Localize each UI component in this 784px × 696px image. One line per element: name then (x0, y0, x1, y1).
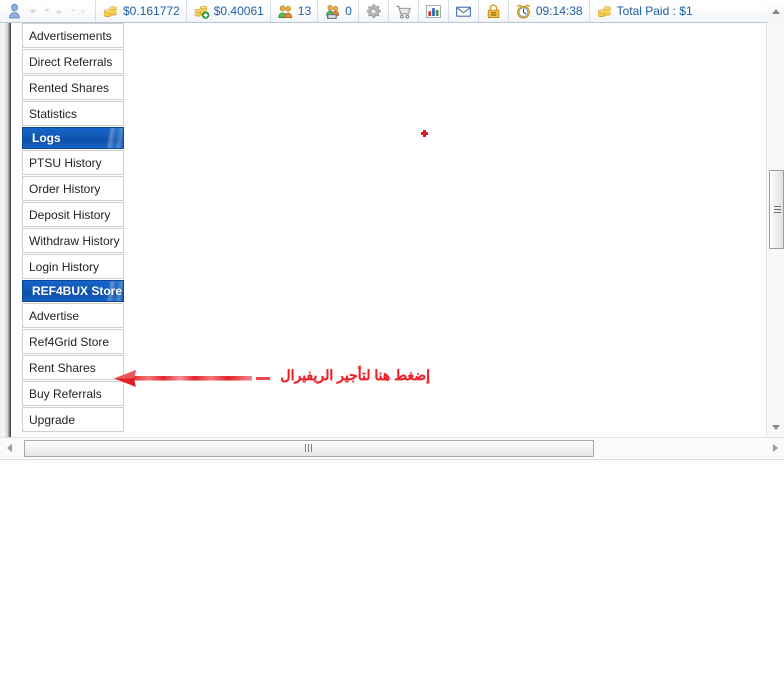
rented-referrals-icon (326, 4, 340, 19)
scrollbar-grip-icon (774, 206, 781, 214)
sidebar-item-label: Rent Shares (29, 360, 96, 375)
sidebar-item-deposit-history[interactable]: Deposit History (22, 202, 124, 227)
coins-add-icon (194, 5, 209, 19)
toolbar-item-coins[interactable]: Total Paid : $1 (590, 0, 699, 22)
coins-icon (597, 5, 611, 17)
horizontal-scrollbar-track[interactable] (18, 438, 766, 459)
coins-icon (103, 5, 117, 17)
toolbar-item-label: $0.40061 (213, 4, 264, 18)
sidebar-item-rented-shares[interactable]: Rented Shares (22, 75, 124, 100)
toolbar-item-coins[interactable]: $0.161772 (96, 0, 187, 22)
toolbar-item-shopping-cart[interactable] (389, 0, 419, 22)
bar-chart-icon (425, 4, 441, 18)
scroll-up-button[interactable] (767, 0, 784, 23)
sidebar-item-direct-referrals[interactable]: Direct Referrals (22, 49, 124, 74)
toolbar-item-envelope[interactable] (449, 0, 479, 22)
sidebar-item-label: Statistics (29, 106, 78, 121)
annotation-text: إضغط هنا لتأجير الريفيرال (280, 367, 430, 383)
sidebar-item-order-history[interactable]: Order History (22, 176, 124, 201)
toolbar-item-label: $0.161772 (123, 4, 180, 18)
sidebar-item-rent-shares[interactable]: Rent Shares (22, 355, 124, 380)
sidebar-item-label: Ref4Grid Store (29, 334, 110, 349)
horizontal-scrollbar[interactable] (0, 437, 784, 458)
sidebar-item-login-history[interactable]: Login History (22, 254, 124, 279)
toolbar-item-gear[interactable] (359, 0, 389, 22)
sidebar-item-advertisements[interactable]: Advertisements (22, 23, 124, 48)
envelope-icon (455, 6, 471, 17)
sidebar-item-label: PTSU History (29, 155, 102, 170)
sidebar-section-label: Logs (32, 131, 61, 145)
shopping-cart-icon (396, 5, 411, 19)
sidebar-item-label: Rented Shares (29, 80, 110, 95)
desktop-background (0, 460, 784, 696)
status-toolbar: $0.161772 $0.40061 13 0 09:14:38 Total Paid :… (0, 0, 784, 23)
sidebar-item-label: Withdraw History (29, 233, 120, 248)
sidebar-item-statistics[interactable]: Statistics (22, 101, 124, 126)
sidebar-item-ptsu-history[interactable]: PTSU History (22, 150, 124, 175)
toolbar-item-coins-add[interactable]: $0.40061 (187, 0, 271, 22)
toolbar-item-label: 09:14:38 (535, 4, 583, 18)
gloss-highlight-icon (92, 128, 123, 148)
toolbar-item-label: Total Paid : $1 (616, 4, 693, 18)
triangle-down-icon (772, 424, 780, 430)
toolbar-item-bar-chart[interactable] (419, 0, 449, 22)
toolbar-item-label: 0 (345, 4, 352, 18)
lock-icon (487, 3, 500, 18)
toolbar-item-label: 13 (297, 4, 312, 18)
scroll-left-button[interactable] (0, 438, 18, 459)
triangle-right-icon (772, 444, 778, 452)
toolbar-item-user[interactable] (0, 0, 96, 22)
toolbar-item-alarm-clock[interactable]: 09:14:38 (509, 0, 590, 22)
sidebar-item-buy-referrals[interactable]: Buy Referrals (22, 381, 124, 406)
annotation-callout: إضغط هنا لتأجير الريفيرال (110, 365, 430, 393)
sidebar-item-label: Upgrade (29, 412, 76, 427)
toolbar-item-rented-referrals[interactable]: 0 (318, 0, 359, 22)
username-redacted (27, 5, 89, 17)
alarm-clock-icon (516, 4, 531, 19)
sidebar-item-label: Buy Referrals (29, 386, 102, 401)
scroll-right-button[interactable] (766, 438, 784, 459)
red-cursor-marker (421, 130, 428, 137)
vertical-scrollbar[interactable] (766, 0, 784, 437)
application-window: $0.161772 $0.40061 13 0 09:14:38 Total Paid :… (0, 0, 784, 460)
sidebar-item-label: Login History (29, 259, 100, 274)
vertical-scrollbar-thumb[interactable] (769, 170, 784, 249)
triangle-up-icon (772, 9, 780, 14)
scroll-down-button[interactable] (767, 419, 784, 435)
sidebar-navigation: Advertisements Direct Referrals Rented Sha… (22, 23, 124, 433)
sidebar-item-label: Advertise (29, 308, 80, 323)
sidebar-section-label: REF4BUX Store (32, 284, 123, 298)
sidebar-item-label: Direct Referrals (29, 54, 113, 69)
sidebar-item-label: Order History (29, 181, 101, 196)
horizontal-scrollbar-thumb[interactable] (24, 439, 594, 457)
sidebar-item-upgrade[interactable]: Upgrade (22, 407, 124, 432)
sidebar-item-label: Deposit History (29, 207, 111, 222)
gear-icon (366, 3, 381, 18)
sidebar-section-logs[interactable]: Logs (22, 127, 124, 149)
sidebar-item-spacer (22, 432, 124, 433)
left-edge-gutter (0, 23, 11, 437)
user-icon (9, 3, 20, 18)
sidebar-item-ref4grid-store[interactable]: Ref4Grid Store (22, 329, 124, 354)
sidebar-section-ref4bux-store[interactable]: REF4BUX Store (22, 280, 124, 302)
toolbar-item-referrals[interactable]: 13 (271, 0, 319, 22)
toolbar-item-lock[interactable] (479, 0, 509, 22)
scrollbar-grip-icon (305, 444, 313, 452)
referrals-icon (278, 5, 292, 18)
triangle-left-icon (6, 444, 12, 452)
sidebar-item-withdraw-history[interactable]: Withdraw History (22, 228, 124, 253)
sidebar-item-label: Advertisements (29, 28, 112, 43)
page-content-area: Advertisements Direct Referrals Rented Sha… (0, 23, 784, 437)
sidebar-item-advertise[interactable]: Advertise (22, 303, 124, 328)
